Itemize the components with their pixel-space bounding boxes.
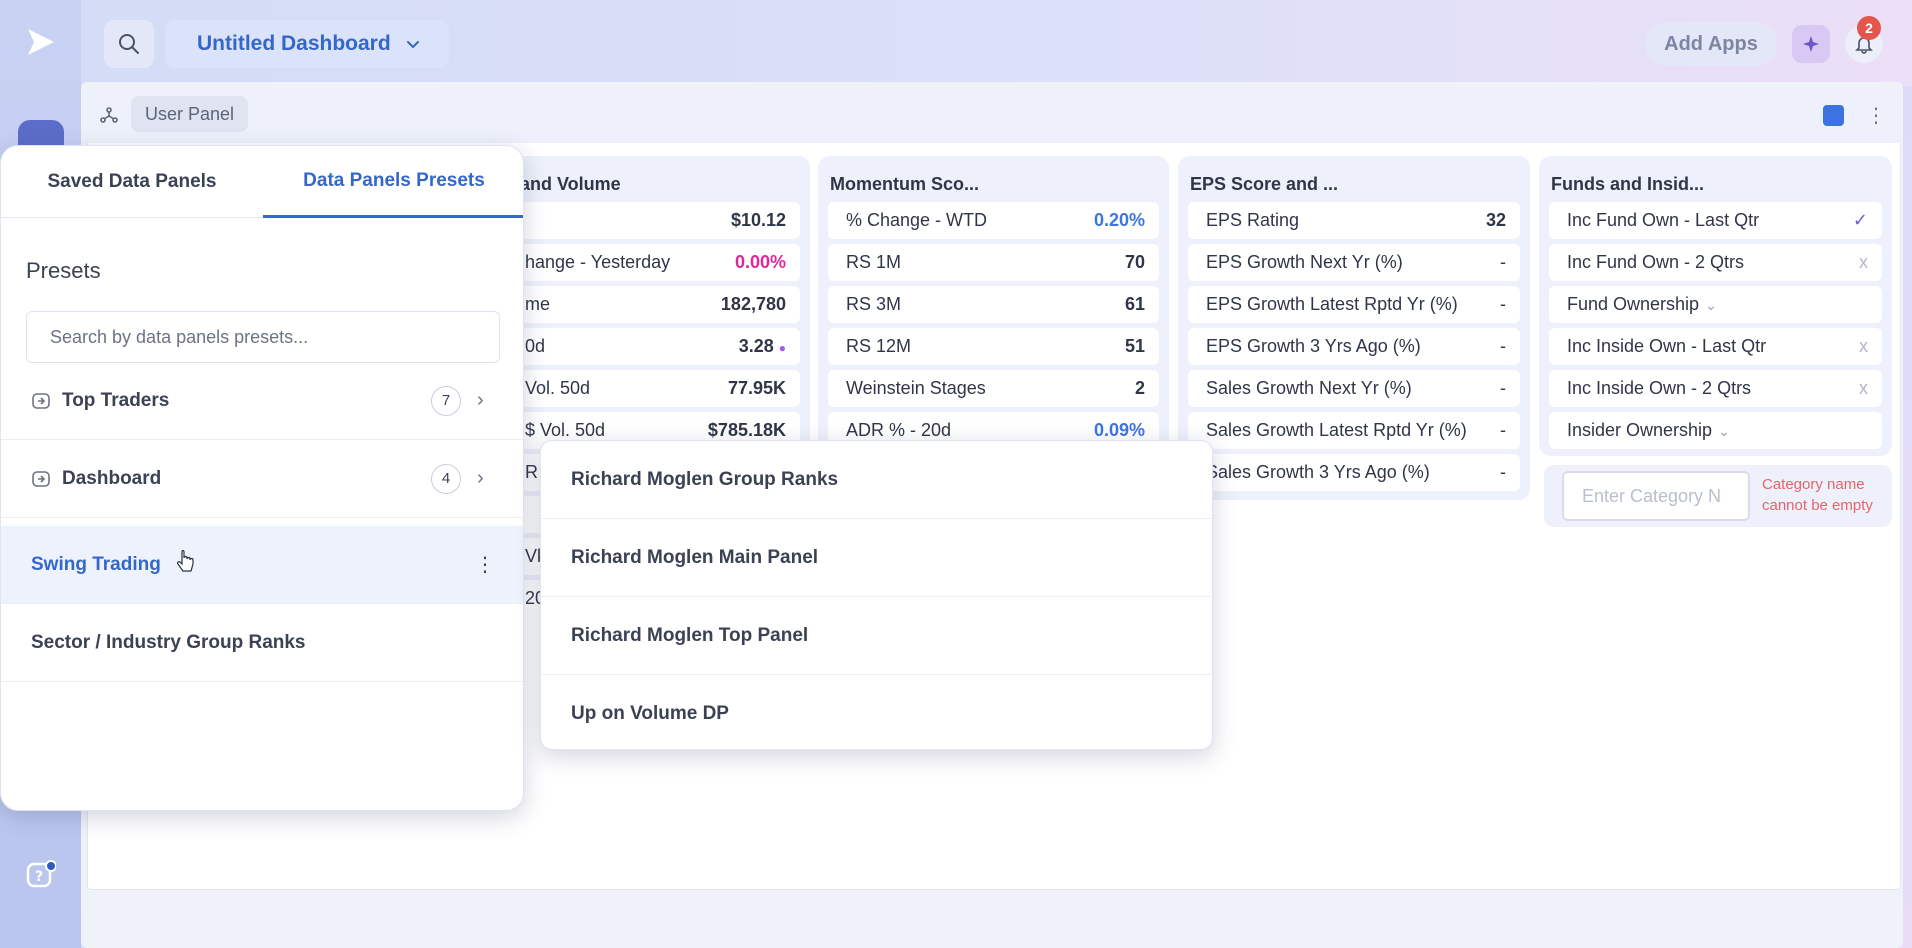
menu-item[interactable]: Richard Moglen Top Panel [541,597,1214,675]
menu-item[interactable]: Richard Moglen Group Ranks [541,441,1214,519]
table-row: RS 1M 70 [828,244,1159,281]
presets-submenu: Richard Moglen Group Ranks Richard Mogle… [540,440,1214,753]
tab-data-panels-presets[interactable]: Data Panels Presets [263,146,523,218]
network-icon [100,107,118,123]
card-funds: Funds and Insid... Inc Fund Own - Last Q… [1539,156,1892,456]
user-panel-header [87,87,1901,143]
table-row: Inc Fund Own - 2 Qtrs x [1549,244,1882,281]
table-row: RS 3M 61 [828,286,1159,323]
chevron-down-icon[interactable]: ⌄ [1718,423,1730,439]
menu-item[interactable]: Up on Volume DP [541,675,1214,753]
search-icon [119,34,139,54]
chevron-down-icon [406,41,419,49]
tab-saved-data-panels[interactable]: Saved Data Panels [1,146,263,218]
x-icon: x [1859,336,1868,356]
table-row: Sales Growth 3 Yrs Ago (%) - [1188,454,1520,491]
table-row: EPS Rating 32 [1188,202,1520,239]
table-row: EPS Growth Next Yr (%) - [1188,244,1520,281]
table-row: EPS Growth Latest Rptd Yr (%) - [1188,286,1520,323]
help-icon[interactable]: ? [26,860,56,890]
app-logo-icon[interactable] [22,24,58,60]
table-row: Inc Inside Own - Last Qtr x [1549,328,1882,365]
presets-search-input[interactable]: Search by data panels presets... [26,311,500,363]
folder-arrow-icon [32,470,50,487]
table-row: Inc Fund Own - Last Qtr ✓ [1549,202,1882,239]
table-row: % Change - WTD 0.20% [828,202,1159,239]
table-row: Weinstein Stages 2 [828,370,1159,407]
table-row: Sales Growth Latest Rptd Yr (%) - [1188,412,1520,449]
svg-text:?: ? [35,869,43,885]
ai-sparkle-button[interactable] [1792,25,1830,63]
preset-item-swing-trading[interactable]: Swing Trading ⋮ [1,526,523,604]
table-row[interactable]: Insider Ownership ⌄ [1549,412,1882,449]
dashboard-title: Untitled Dashboard [197,32,391,55]
panel-kebab-icon[interactable]: ⋮ [1866,103,1886,128]
chevron-right-icon: › [477,467,484,489]
check-icon: ✓ [1852,210,1868,230]
table-row[interactable]: Fund Ownership ⌄ [1549,286,1882,323]
dashboard-title-dropdown[interactable]: Untitled Dashboard [165,20,449,68]
preset-item-dashboard[interactable]: Dashboard 4 › [1,440,523,518]
table-row: Inc Inside Own - 2 Qtrs x [1549,370,1882,407]
preset-item-top-traders[interactable]: Top Traders 7 › [1,362,523,440]
count-badge: 7 [431,385,461,416]
category-name-input[interactable]: Enter Category N [1562,471,1750,521]
indicator-dot: ● [778,341,786,355]
card-eps: EPS Score and ... EPS Rating 32 EPS Growt… [1178,156,1530,500]
notification-badge: 2 [1857,16,1881,40]
card-title: Funds and Insid... [1551,173,1704,194]
data-panels-popup: Saved Data Panels Data Panels Presets Pr… [0,145,524,811]
preset-item-sector-industry[interactable]: Sector / Industry Group Ranks [1,604,523,682]
search-button[interactable] [104,20,154,68]
chevron-right-icon: › [477,389,484,411]
more-options-icon[interactable]: ⋮ [475,552,495,577]
category-error-message: Category name cannot be empty [1762,476,1873,514]
user-panel-chip[interactable]: User Panel [131,96,249,132]
add-apps-button[interactable]: Add Apps [1645,22,1777,66]
color-swatch[interactable] [1823,105,1844,126]
presets-heading: Presets [26,258,101,283]
folder-arrow-icon [32,392,50,409]
card-title: Momentum Sco... [830,173,980,194]
card-momentum: Momentum Sco... % Change - WTD 0.20% RS 1… [818,156,1169,456]
chevron-down-icon[interactable]: ⌄ [1705,297,1717,313]
sparkle-icon [1803,36,1819,52]
card-title: EPS Score and ... [1190,173,1339,194]
table-row: RS 12M 51 [828,328,1159,365]
x-icon: x [1859,378,1868,398]
table-row: EPS Growth 3 Yrs Ago (%) - [1188,328,1520,365]
table-row: Sales Growth Next Yr (%) - [1188,370,1520,407]
x-icon: x [1859,252,1868,272]
menu-item[interactable]: Richard Moglen Main Panel [541,519,1214,597]
count-badge: 4 [431,463,461,494]
hand-cursor-icon [177,550,194,572]
popup-tabs: Saved Data Panels Data Panels Presets [1,146,523,218]
